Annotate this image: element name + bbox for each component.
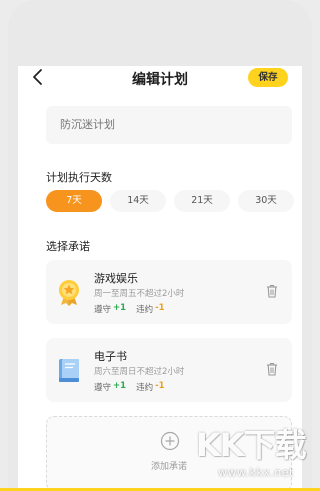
commitments-section-label: 选择承诺: [46, 240, 90, 253]
commitment-stats: 遵守 +1 违约 -1: [94, 303, 165, 315]
break-label: 违约: [136, 305, 154, 315]
book-icon: [59, 359, 79, 382]
commitment-card-ebook[interactable]: 电子书 周六至周日不超过2小时 遵守 +1 违约 -1: [46, 338, 292, 402]
days-selector: 7天 14天 21天 30天: [46, 190, 294, 212]
keep-value: +1: [113, 381, 127, 391]
keep-label: 遵守: [94, 305, 112, 315]
break-label: 违约: [136, 383, 154, 393]
commitment-desc: 周一至周五不超过2小时: [94, 289, 185, 299]
keep-label: 遵守: [94, 383, 112, 393]
day-option-21[interactable]: 21天: [174, 190, 230, 212]
break-value: -1: [155, 303, 165, 313]
commitment-title: 游戏娱乐: [94, 272, 138, 285]
watermark-logo: KK下载: [196, 426, 307, 464]
header-bar: 编辑计划 保存: [18, 66, 302, 90]
commitment-title: 电子书: [94, 350, 127, 363]
commitment-card-games[interactable]: 游戏娱乐 周一至周五不超过2小时 遵守 +1 违约 -1: [46, 260, 292, 324]
keep-value: +1: [113, 303, 127, 313]
commitment-stats: 遵守 +1 违约 -1: [94, 381, 165, 393]
trash-icon[interactable]: [266, 284, 278, 298]
phone-frame: 编辑计划 保存 计划执行天数 7天 14天 21天 30天 选择承诺 游戏娱乐 …: [8, 0, 312, 491]
break-value: -1: [155, 381, 165, 391]
commitment-desc: 周六至周日不超过2小时: [94, 367, 185, 377]
day-option-30[interactable]: 30天: [238, 190, 294, 212]
day-option-14[interactable]: 14天: [110, 190, 166, 212]
plan-name-input[interactable]: [46, 106, 292, 144]
save-button[interactable]: 保存: [248, 68, 288, 87]
days-section-label: 计划执行天数: [46, 171, 112, 184]
watermark-url: www.kkx.net: [218, 466, 294, 479]
site-watermark: KK下载 www.kkx.net: [196, 420, 320, 491]
day-option-7[interactable]: 7天: [46, 190, 102, 212]
trash-icon[interactable]: [266, 362, 278, 376]
medal-icon: [59, 280, 79, 306]
plus-circle-icon: [160, 431, 180, 451]
